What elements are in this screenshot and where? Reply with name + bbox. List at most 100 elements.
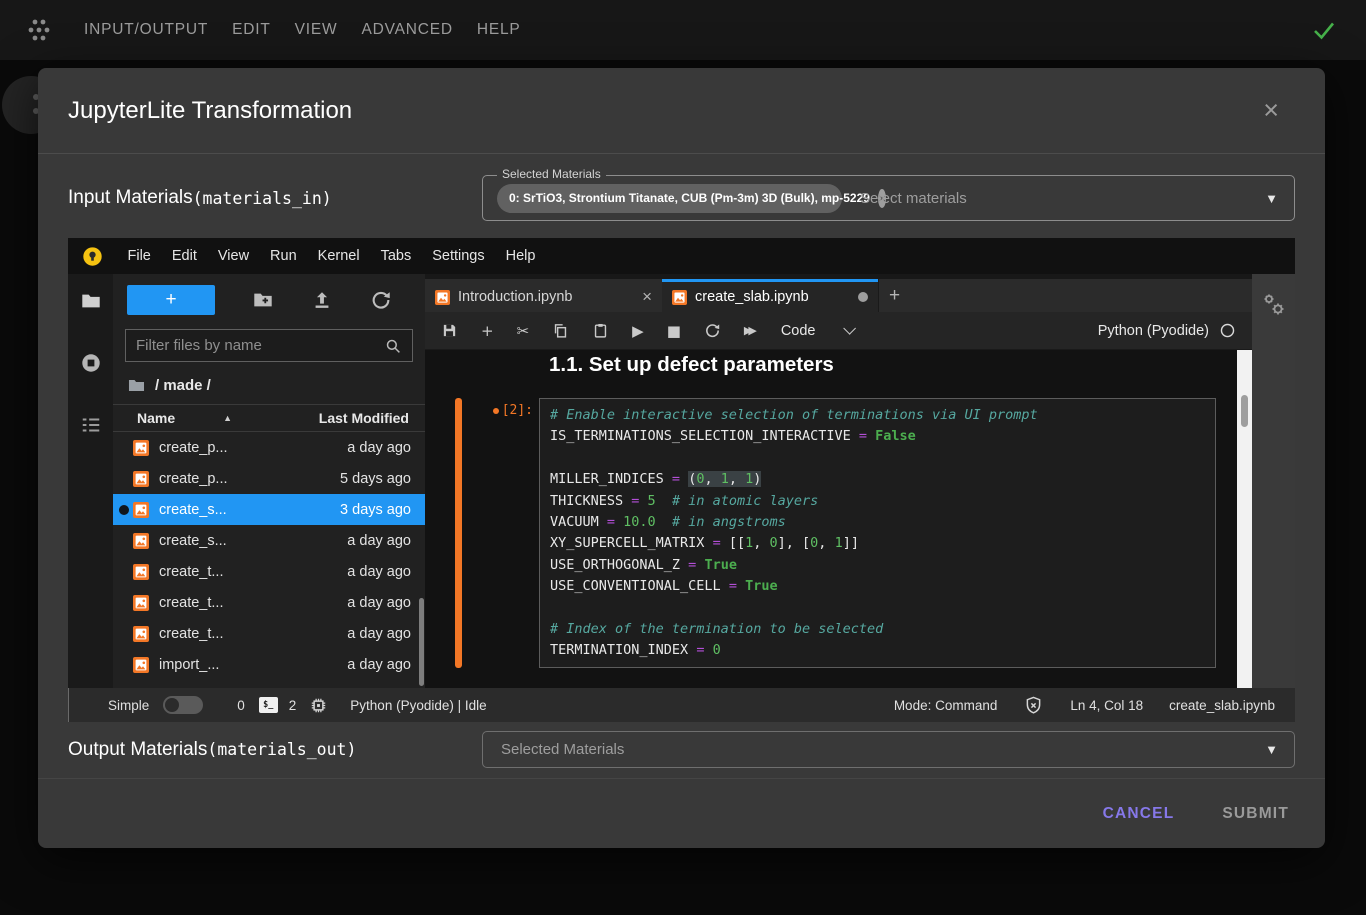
- run-icon[interactable]: ▶: [632, 322, 644, 340]
- kernel-chip-icon[interactable]: [309, 696, 328, 715]
- modified-column-header[interactable]: Last Modified: [319, 410, 409, 426]
- status-bar: Simple 0 $_ 2 Python (Pyodide) | Idle: [68, 688, 1295, 722]
- jupyter-menu-help[interactable]: Help: [495, 248, 546, 264]
- app-menu-edit[interactable]: EDIT: [232, 21, 271, 39]
- file-row[interactable]: import_...a day ago: [113, 649, 425, 680]
- file-row[interactable]: create_p... a day ago: [113, 432, 425, 463]
- tab-close-icon[interactable]: ×: [642, 287, 652, 307]
- jupyter-menu-run[interactable]: Run: [260, 248, 308, 264]
- code-cell-editor[interactable]: # Enable interactive selection of termin…: [539, 398, 1216, 668]
- input-materials-row: Input Materials (materials_in) Selected …: [68, 175, 1295, 221]
- output-materials-label: Output Materials (materials_out): [68, 739, 356, 761]
- name-column-header[interactable]: Name: [137, 410, 175, 426]
- kernel-status-icon: [1219, 322, 1236, 339]
- sort-ascending-icon[interactable]: ▲: [223, 413, 232, 423]
- new-launcher-button[interactable]: +: [127, 285, 215, 315]
- jupyter-menu-settings[interactable]: Settings: [422, 248, 495, 264]
- terminal-icon[interactable]: $_: [259, 697, 278, 713]
- kernel-name-button[interactable]: Python (Pyodide): [1098, 322, 1236, 339]
- close-icon[interactable]: ×: [1247, 97, 1295, 124]
- cell-type-dropdown[interactable]: Code: [781, 323, 853, 339]
- notebook-scrollbar[interactable]: [1237, 350, 1252, 688]
- command-mode-indicator[interactable]: Mode: Command: [894, 698, 998, 713]
- file-list-scrollbar[interactable]: [419, 598, 424, 686]
- jupyter-menu-view[interactable]: View: [207, 248, 259, 264]
- save-icon[interactable]: [441, 322, 458, 339]
- dropdown-arrow-icon[interactable]: ▼: [1265, 191, 1278, 206]
- table-of-contents-icon[interactable]: [80, 414, 102, 436]
- running-kernels-icon[interactable]: [80, 352, 102, 374]
- upload-icon[interactable]: [311, 289, 333, 311]
- app-menu-view[interactable]: VIEW: [295, 21, 338, 39]
- app-grid-icon[interactable]: [24, 17, 54, 43]
- breadcrumb[interactable]: / made /: [113, 362, 425, 404]
- dropdown-arrow-icon[interactable]: ▼: [1265, 742, 1278, 757]
- breadcrumb-path: / made /: [155, 377, 211, 394]
- selected-materials-select[interactable]: Selected Materials 0: SrTiO3, Strontium …: [482, 175, 1295, 221]
- jupyter-main: +: [68, 274, 1295, 688]
- kernel-status-text[interactable]: Python (Pyodide) | Idle: [350, 698, 486, 713]
- file-modified: a day ago: [347, 440, 411, 456]
- property-inspector-gear-icon[interactable]: [1261, 292, 1287, 318]
- new-tab-button[interactable]: +: [878, 279, 910, 312]
- output-materials-select[interactable]: Selected Materials ▼: [482, 731, 1295, 768]
- jupyter-menu-tabs[interactable]: Tabs: [370, 248, 422, 264]
- screen: INPUT/OUTPUT EDIT VIEW ADVANCED HELP Jupyter…: [0, 0, 1366, 915]
- restart-kernel-icon[interactable]: [704, 322, 721, 339]
- submit-button[interactable]: SUBMIT: [1222, 805, 1289, 823]
- open-file-dot: [119, 443, 129, 453]
- open-file-dot: [119, 536, 129, 546]
- file-row[interactable]: create_t...a day ago: [113, 556, 425, 587]
- jupyter-menu-edit[interactable]: Edit: [161, 248, 207, 264]
- file-modified: 5 days ago: [340, 471, 411, 487]
- check-icon[interactable]: [1310, 16, 1338, 44]
- copy-icon[interactable]: [552, 322, 569, 339]
- simple-mode-label: Simple: [108, 698, 149, 713]
- cut-icon[interactable]: ✂: [517, 322, 530, 340]
- output-materials-row: Output Materials (materials_out) Selecte…: [68, 731, 1295, 768]
- file-row[interactable]: create_p... 5 days ago: [113, 463, 425, 494]
- tab-introduction[interactable]: Introduction.ipynb ×: [425, 279, 662, 312]
- tab-bar: Introduction.ipynb × create_slab.ipynb +: [425, 274, 1252, 312]
- terminal-count: 0: [237, 698, 245, 713]
- file-browser-icon[interactable]: [80, 290, 102, 312]
- insert-cell-icon[interactable]: +: [481, 322, 494, 340]
- notebook-file-icon: [133, 595, 149, 611]
- notebook-file-icon: [435, 290, 450, 305]
- file-list: create_p... a day ago create_p... 5 days ag…: [113, 432, 425, 680]
- paste-icon[interactable]: [592, 322, 609, 339]
- jupyter-menu-kernel[interactable]: Kernel: [307, 248, 370, 264]
- notebook-content: 1.1. Set up defect parameters [2]: # Ena…: [425, 350, 1252, 688]
- new-folder-icon[interactable]: [252, 289, 274, 311]
- cancel-button[interactable]: CANCEL: [1103, 805, 1175, 823]
- stop-icon[interactable]: ■: [667, 322, 681, 340]
- notebook-file-icon: [672, 290, 687, 305]
- file-modified: 3 days ago: [340, 502, 411, 518]
- tab-create-slab[interactable]: create_slab.ipynb: [662, 279, 878, 312]
- file-name: create_p...: [159, 440, 228, 456]
- notebook-area: Introduction.ipynb × create_slab.ipynb +: [425, 274, 1252, 688]
- jupyterlite-transformation-dialog: JupyterLite Transformation × Input Mater…: [38, 68, 1325, 848]
- file-row[interactable]: create_t...a day ago: [113, 618, 425, 649]
- file-filter-box: [125, 329, 413, 362]
- material-chip[interactable]: 0: SrTiO3, Strontium Titanate, CUB (Pm-3…: [497, 184, 842, 213]
- app-top-bar: INPUT/OUTPUT EDIT VIEW ADVANCED HELP: [0, 0, 1366, 60]
- file-filter-input[interactable]: [136, 337, 384, 354]
- refresh-icon[interactable]: [370, 289, 392, 311]
- open-file-dot: [119, 474, 129, 484]
- simple-mode-toggle[interactable]: [163, 696, 203, 714]
- active-cell-indicator[interactable]: [455, 398, 462, 668]
- jupyter-menu-bar: FileEditViewRunKernelTabsSettingsHelp: [68, 238, 1295, 274]
- app-menu-help[interactable]: HELP: [477, 21, 521, 39]
- file-row[interactable]: create_s...a day ago: [113, 525, 425, 556]
- shield-x-icon[interactable]: [1023, 695, 1044, 716]
- file-list-header: Name ▲ Last Modified: [113, 404, 425, 432]
- file-row[interactable]: create_t...a day ago: [113, 587, 425, 618]
- file-name: create_p...: [159, 471, 228, 487]
- selected-materials-legend: Selected Materials: [497, 167, 606, 181]
- app-menu-advanced[interactable]: ADVANCED: [361, 21, 452, 39]
- jupyter-menu-file[interactable]: File: [117, 248, 161, 264]
- restart-run-all-icon[interactable]: ▶▶: [744, 324, 753, 337]
- app-menu-input-output[interactable]: INPUT/OUTPUT: [84, 21, 208, 39]
- file-row[interactable]: create_s...3 days ago: [113, 494, 425, 525]
